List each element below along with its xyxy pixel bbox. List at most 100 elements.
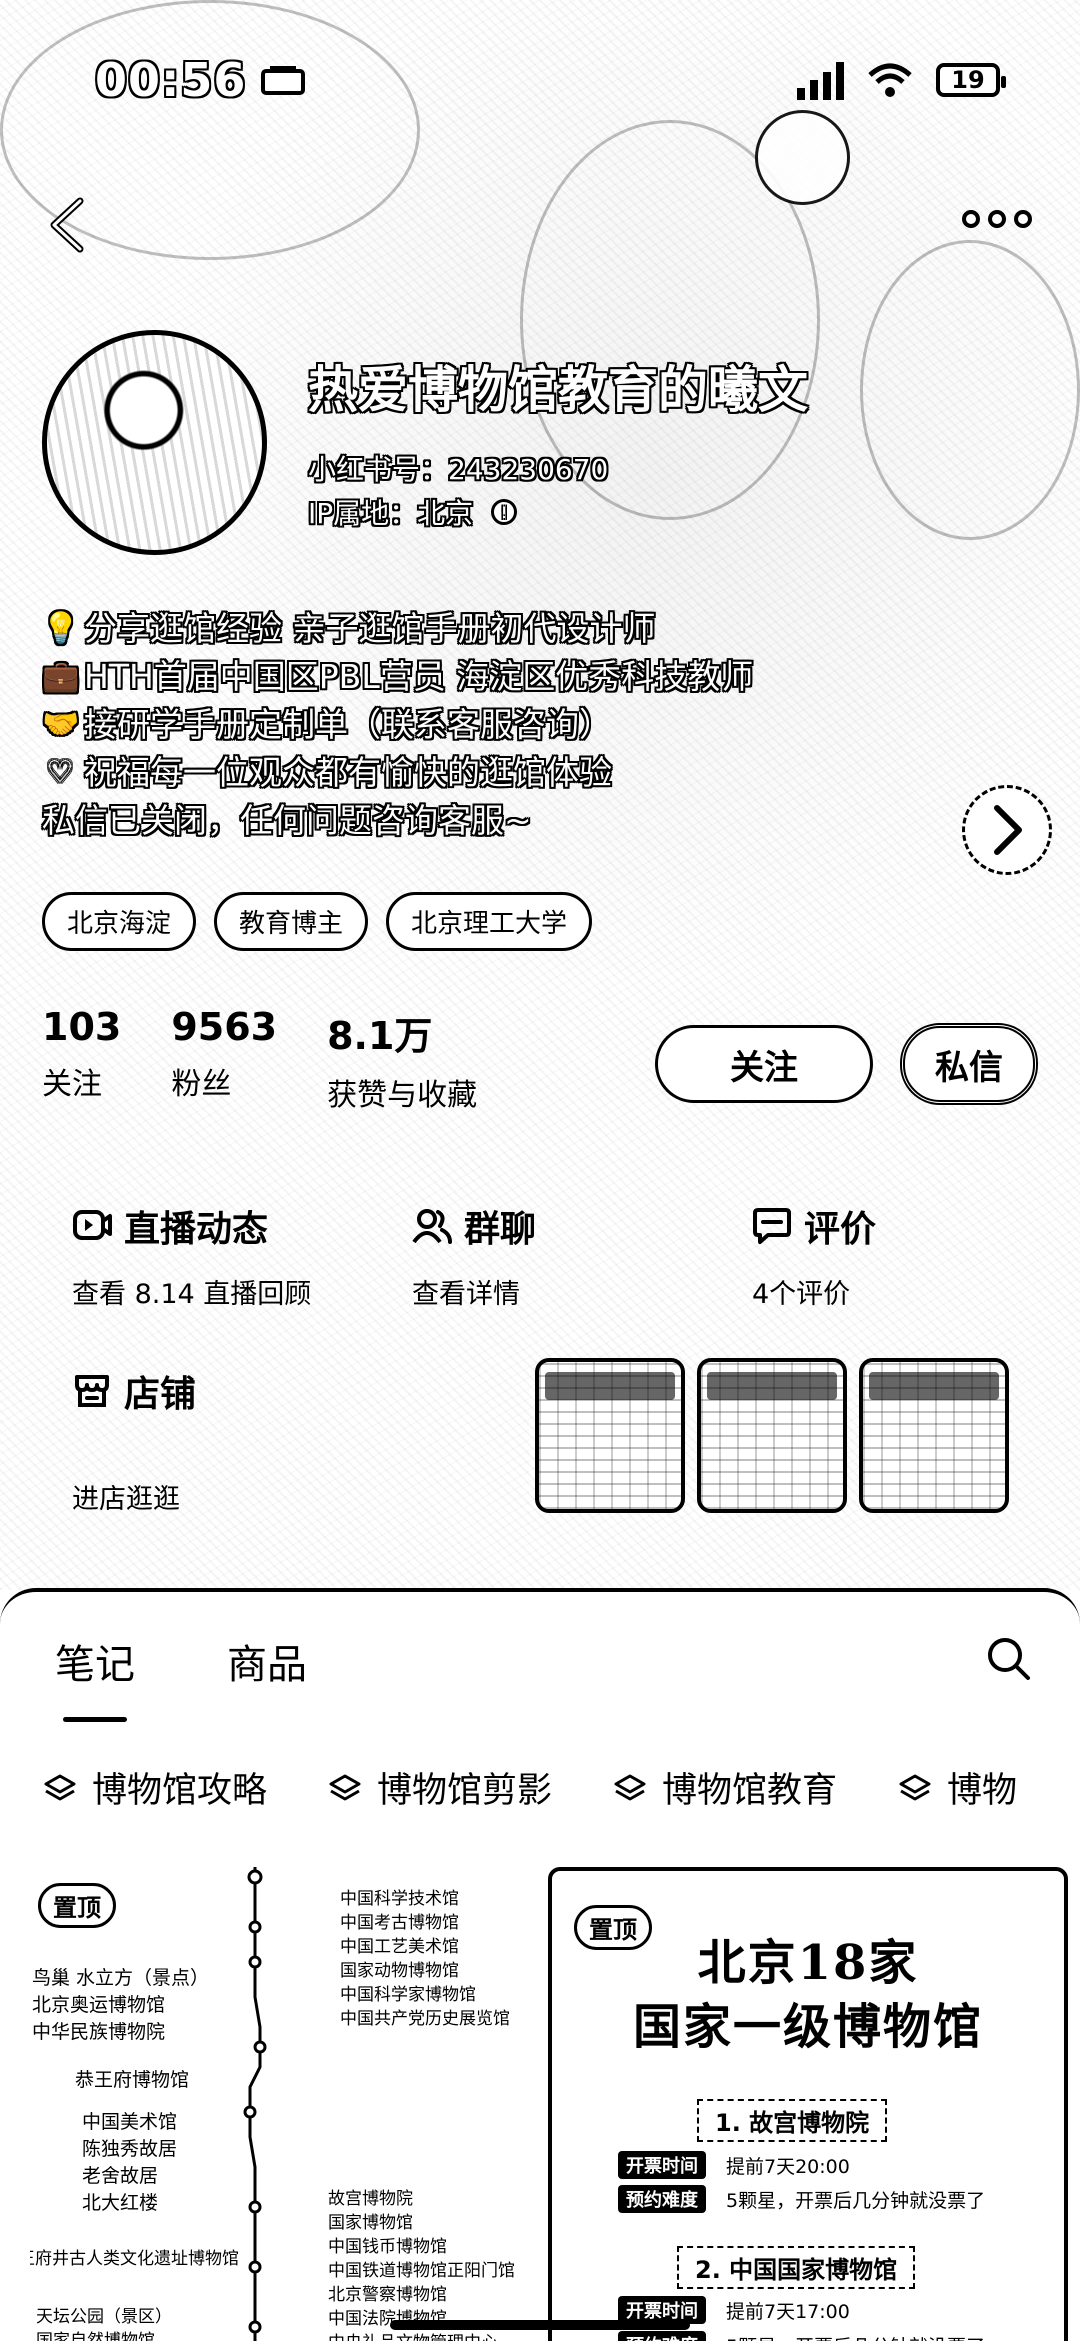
map-label-group: 恭王府博物馆: [75, 2067, 189, 2094]
map-label: 国家动物博物馆: [340, 1961, 459, 1981]
feature-shop[interactable]: 店铺 进店逛逛: [72, 1365, 196, 1516]
stat-number: 9563: [171, 1005, 278, 1049]
poster-value: 提前7天17:00: [726, 2300, 850, 2323]
background-tree: [860, 240, 1080, 540]
tab-products[interactable]: 商品: [227, 1632, 307, 1690]
back-icon[interactable]: [42, 195, 92, 255]
map-label: 天坛公园（景区）: [36, 2307, 172, 2327]
category-item[interactable]: 博物馆攻略: [42, 1762, 267, 1813]
layers-icon: [329, 1774, 361, 1800]
feature-group[interactable]: 群聊 查看详情: [412, 1200, 536, 1311]
tag[interactable]: 北京海淀: [42, 892, 197, 951]
map-label: 国家自然博物馆: [36, 2331, 155, 2341]
notes-panel: 笔记 商品 博物馆攻略 博物馆剪影 博物馆教育 博物 置顶 中国科学技术馆 中国…: [0, 1588, 1080, 2341]
stat-likes[interactable]: 8.1万获赞与收藏: [327, 1005, 477, 1114]
bio-text: HTH首届中国区PBL营员 海淀区优秀科技教师: [84, 657, 754, 696]
layers-icon: [614, 1774, 646, 1800]
category-label: 博物馆教育: [662, 1771, 838, 1811]
map-label-group: 王府井古人类文化遗址博物馆: [30, 2247, 239, 2271]
content-tabs: 笔记 商品: [55, 1632, 307, 1722]
map-label-group: 鸟巢 水立方（景点） 北京奥运博物馆 中华民族博物院: [32, 1965, 209, 2046]
shop-product-thumbnail[interactable]: [535, 1358, 685, 1513]
map-label: 老舍故居: [82, 2165, 159, 2187]
feature-live[interactable]: 直播动态 查看 8.14 直播回顾: [72, 1200, 311, 1311]
bio-text: 接研学手册定制单（联系客服咨询）: [84, 705, 612, 744]
background-balloon: [755, 110, 850, 205]
handshake-icon: 🤝: [42, 707, 80, 742]
map-label: 中国科学家博物馆: [340, 1985, 476, 2005]
red-id: 小红书号：243230670: [308, 453, 609, 486]
map-label-group: 中国科学技术馆 中国考古博物馆 中国工艺美术馆 国家动物博物馆 中国科学家博物馆…: [340, 1887, 510, 2031]
lightbulb-icon: 💡: [42, 611, 80, 646]
map-label: 北京奥运博物馆: [32, 1994, 166, 2016]
message-button[interactable]: 私信: [900, 1023, 1038, 1105]
layers-icon: [44, 1774, 76, 1800]
feature-title: 直播动态: [124, 1209, 269, 1250]
more-icon[interactable]: [962, 210, 1032, 228]
map-label: 北京警察博物馆: [328, 2285, 447, 2305]
status-bar: 00:56 19: [95, 50, 1006, 110]
bio: 💡 分享逛馆经验 亲子逛馆手册初代设计师 💼 HTH首届中国区PBL营员 海淀区优秀…: [42, 605, 753, 845]
stat-number: 8.1万: [327, 1014, 433, 1058]
shop-product-thumbnail[interactable]: [859, 1358, 1009, 1513]
poster-title: 北京18家 国家一级博物馆: [552, 1931, 1064, 2059]
map-label: 中国美术馆: [82, 2111, 178, 2133]
map-label: 中华民族博物院: [32, 2021, 166, 2043]
feature-review[interactable]: 评价 4个评价: [752, 1200, 876, 1311]
nickname: 热爱博物馆教育的曦文: [308, 361, 808, 419]
expand-arrow-icon[interactable]: [962, 785, 1052, 875]
map-label: 故宫博物院: [328, 2189, 413, 2209]
map-label-group: 天坛公园（景区） 国家自然博物馆: [36, 2305, 172, 2341]
tag[interactable]: 北京理工大学: [386, 892, 593, 951]
bio-line: 🤝 接研学手册定制单（联系客服咨询）: [42, 701, 753, 749]
category-item[interactable]: 博物馆剪影: [327, 1762, 552, 1813]
poster-title-line: 北京18家: [697, 1935, 919, 1991]
home-indicator[interactable]: [390, 2320, 690, 2330]
poster-row: 预约难度 5颗星，开票后几分钟就没票了: [618, 2331, 985, 2341]
tag[interactable]: 教育博主: [214, 892, 369, 951]
map-label: 中国工艺美术馆: [340, 1937, 459, 1957]
group-icon: [412, 1209, 452, 1244]
map-label: 国家博物馆: [328, 2213, 413, 2233]
shop-product-thumbnail[interactable]: [697, 1358, 847, 1513]
map-label: 北大红楼: [82, 2192, 159, 2214]
stat-label: 获赞与收藏: [327, 1078, 478, 1113]
category-item[interactable]: 博物馆教育: [612, 1762, 837, 1813]
stat-label: 粉丝: [171, 1067, 232, 1102]
ip-label: IP属地：北京: [308, 497, 474, 530]
tab-notes[interactable]: 笔记: [55, 1632, 135, 1722]
battery-icon: 19: [936, 63, 1006, 97]
map-label: 中央礼品文物管理中心: [328, 2331, 515, 2341]
sim-icon: [261, 66, 306, 95]
map-label-group: 故宫博物院 国家博物馆 中国钱币博物馆 中国铁道博物馆正阳门馆 北京警察博物馆 …: [328, 2187, 515, 2341]
note-card[interactable]: 置顶 中国科学技术馆 中国考古博物馆 中国工艺美术馆 国家动物博物馆 中国科学家…: [30, 1867, 540, 2341]
live-icon: [73, 1210, 112, 1240]
stat-followers[interactable]: 9563 粉丝: [171, 1005, 277, 1114]
comment-icon: [753, 1208, 791, 1244]
avatar[interactable]: [42, 330, 267, 555]
poster-value: 提前7天20:00: [726, 2155, 850, 2178]
info-icon[interactable]: !: [491, 499, 518, 525]
bio-text: 私信已关闭，任何问题咨询客服~: [42, 801, 532, 840]
category-item[interactable]: 博物: [897, 1762, 1017, 1813]
poster-item-title: 1. 故宫博物院: [697, 2099, 888, 2142]
map-label: 陈独秀故居: [82, 2138, 178, 2160]
poster-item-title: 2. 中国国家博物馆: [677, 2246, 916, 2289]
map-label: 中国铁道博物馆正阳门馆: [328, 2261, 515, 2281]
feature-subtitle: 进店逛逛: [72, 1484, 180, 1515]
map-label: 中国共产党历史展览馆: [340, 2009, 510, 2029]
signal-icon: [797, 60, 844, 100]
map-label: 鸟巢 水立方（景点）: [32, 1967, 210, 1989]
poster-row: 开票时间 提前7天20:00: [618, 2151, 850, 2179]
map-label: 中国科学技术馆: [340, 1889, 459, 1909]
poster-row: 预约难度 5颗星，开票后几分钟就没票了: [618, 2185, 985, 2213]
search-icon[interactable]: [984, 1634, 1032, 1682]
follow-button[interactable]: 关注: [655, 1025, 873, 1103]
poster-title-line: 国家一级博物馆: [632, 1999, 983, 2055]
note-categories: 博物馆攻略 博物馆剪影 博物馆教育 博物: [42, 1762, 1017, 1813]
briefcase-icon: 💼: [42, 659, 80, 694]
stat-label: 关注: [42, 1067, 102, 1102]
note-card[interactable]: 置顶 北京18家 国家一级博物馆 1. 故宫博物院 开票时间 提前7天20:00 …: [548, 1867, 1068, 2341]
ip-location: IP属地：北京 !: [308, 492, 518, 532]
stat-following[interactable]: 103 关注: [42, 1005, 121, 1114]
